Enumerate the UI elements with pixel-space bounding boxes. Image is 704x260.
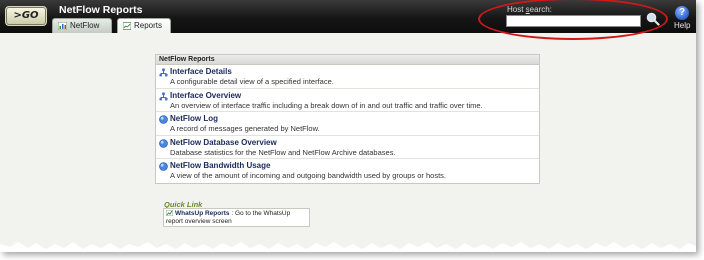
report-description: A record of messages generated by NetFlo…: [170, 124, 320, 133]
quick-link-box: WhatsUp Reports : Go to the WhatsUp repo…: [163, 208, 310, 227]
netflow-tab-icon: [58, 22, 67, 30]
report-item-netflow-log[interactable]: NetFlow Log A record of messages generat…: [156, 112, 539, 136]
report-title[interactable]: NetFlow Log: [170, 114, 539, 124]
tab-netflow-label: NetFlow: [70, 21, 100, 30]
report-description: Database statistics for the NetFlow and …: [170, 147, 396, 157]
report-title[interactable]: NetFlow Bandwidth Usage: [170, 161, 539, 171]
whatsup-reports-link[interactable]: WhatsUp Reports: [175, 210, 230, 217]
report-item-netflow-database-overview[interactable]: NetFlow Database Overview Database stati…: [156, 136, 539, 159]
report-list: Interface Details A configurable detail …: [156, 65, 539, 183]
report-item-interface-overview[interactable]: Interface Overview An overview of interf…: [156, 89, 539, 112]
globe-icon: [159, 162, 168, 171]
report-item-netflow-bandwidth-usage[interactable]: NetFlow Bandwidth Usage A view of the am…: [156, 159, 539, 183]
report-description: An overview of interface traffic includi…: [170, 100, 483, 110]
torn-edge-decoration: [0, 242, 696, 252]
report-description: A view of the amount of incoming and out…: [170, 171, 447, 180]
report-description: A configurable detail view of a specifie…: [170, 77, 334, 86]
report-title[interactable]: NetFlow Database Overview: [170, 138, 539, 148]
globe-icon: [159, 115, 168, 124]
callout-ellipse: [478, 0, 668, 40]
help-icon[interactable]: ?: [675, 6, 689, 20]
report-title[interactable]: Interface Details: [170, 67, 539, 77]
tab-reports-label: Reports: [133, 21, 162, 30]
app-title: NetFlow Reports: [59, 4, 143, 16]
panel-title: NetFlow Reports: [156, 55, 539, 65]
interface-icon: [159, 92, 168, 100]
report-chart-icon: [166, 210, 173, 216]
go-button[interactable]: >GO: [5, 6, 47, 26]
reports-panel: NetFlow Reports Interface Details A conf…: [155, 54, 540, 184]
tab-netflow[interactable]: NetFlow: [52, 18, 112, 33]
reports-tab-icon: [123, 22, 131, 30]
help-label[interactable]: Help: [674, 21, 690, 30]
tab-reports[interactable]: Reports: [117, 18, 171, 33]
globe-icon: [159, 138, 168, 148]
report-item-interface-details[interactable]: Interface Details A configurable detail …: [156, 65, 539, 89]
screenshot-frame: >GO NetFlow Reports NetFlow Reports Host…: [0, 0, 696, 252]
interface-icon: [159, 68, 168, 77]
report-title[interactable]: Interface Overview: [170, 91, 539, 101]
